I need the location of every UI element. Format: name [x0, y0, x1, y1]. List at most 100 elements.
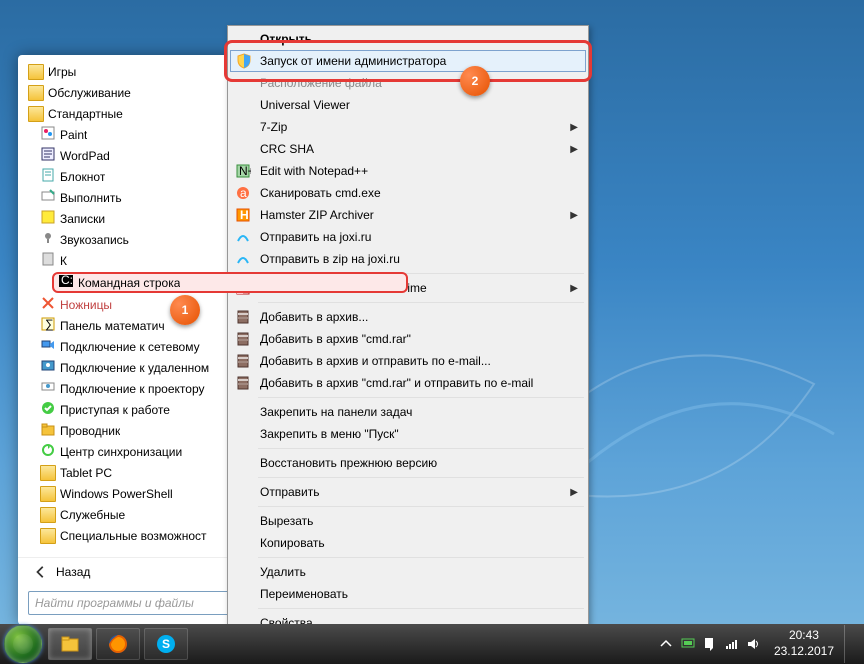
tray-network-icon[interactable] — [724, 636, 740, 652]
tray-monitor-icon[interactable] — [680, 636, 696, 652]
context-item-label: Закрепить в меню "Пуск" — [260, 427, 399, 441]
back-label: Назад — [56, 565, 90, 579]
context-item-24[interactable]: Отправить▶ — [230, 481, 586, 503]
context-separator — [258, 477, 584, 478]
context-separator — [258, 608, 584, 609]
context-item-26[interactable]: Вырезать — [230, 510, 586, 532]
proj-icon — [40, 337, 60, 356]
folder-icon — [40, 465, 56, 481]
context-item-2[interactable]: Расположение файла — [230, 72, 586, 94]
taskbar: S 20:43 23.12.2017 — [0, 624, 864, 664]
context-item-label: Universal Viewer — [260, 98, 350, 112]
context-item-17[interactable]: Добавить в архив "cmd.rar" и отправить п… — [230, 372, 586, 394]
context-item-14[interactable]: Добавить в архив... — [230, 306, 586, 328]
joxi-icon — [235, 251, 251, 267]
start-button[interactable] — [4, 625, 42, 663]
context-item-3[interactable]: Universal Viewer — [230, 94, 586, 116]
context-item-4[interactable]: 7-Zip▶ — [230, 116, 586, 138]
context-item-label: Копировать — [260, 536, 325, 550]
context-item-7[interactable]: a Сканировать cmd.exe — [230, 182, 586, 204]
taskbar-clock[interactable]: 20:43 23.12.2017 — [774, 628, 834, 659]
submenu-arrow-icon: ▶ — [570, 144, 578, 155]
context-item-label: 7-Zip — [260, 120, 287, 134]
context-item-8[interactable]: HHamster ZIP Archiver▶ — [230, 204, 586, 226]
rdp-icon — [40, 358, 60, 377]
taskbar-button-firefox[interactable] — [96, 628, 140, 660]
notepad-icon — [40, 167, 60, 186]
submenu-arrow-icon: ▶ — [570, 283, 578, 294]
context-item-label: Расположение файла — [260, 76, 382, 90]
tray-volume-icon[interactable] — [746, 636, 762, 652]
system-tray: 20:43 23.12.2017 — [658, 625, 860, 663]
program-label: Специальные возможност — [60, 529, 207, 543]
context-item-20[interactable]: Закрепить в меню "Пуск" — [230, 423, 586, 445]
context-item-0[interactable]: Открыть — [230, 28, 586, 50]
context-item-6[interactable]: N+ Edit with Notepad++ — [230, 160, 586, 182]
program-label: Подключение к проектору — [60, 382, 205, 396]
context-item-label: Добавить в архив "cmd.rar" и отправить п… — [260, 376, 533, 390]
back-arrow-icon — [34, 565, 48, 579]
program-label: Центр синхронизации — [60, 445, 182, 459]
context-item-15[interactable]: Добавить в архив "cmd.rar" — [230, 328, 586, 350]
program-label: Paint — [60, 128, 87, 142]
folder-icon — [28, 106, 44, 122]
program-label: Стандартные — [48, 107, 123, 121]
rar-icon — [235, 375, 251, 391]
program-label: Записки — [60, 212, 105, 226]
context-item-label: Переименовать — [260, 587, 348, 601]
context-item-22[interactable]: Восстановить прежнюю версию — [230, 452, 586, 474]
tray-action-center-icon[interactable] — [702, 636, 718, 652]
taskbar-button-skype[interactable]: S — [144, 628, 188, 660]
context-separator — [258, 557, 584, 558]
program-label: WordPad — [60, 149, 110, 163]
wordpad-icon — [40, 146, 60, 165]
context-item-label: Отправить в zip на joxi.ru — [260, 252, 400, 266]
context-item-label: Edit with Notepad++ — [260, 164, 368, 178]
snip-icon — [40, 295, 60, 314]
context-item-5[interactable]: CRC SHA▶ — [230, 138, 586, 160]
program-label: Звукозапись — [60, 233, 129, 247]
calc-icon — [40, 251, 60, 270]
svg-text:a: a — [240, 186, 247, 200]
context-item-29[interactable]: Удалить — [230, 561, 586, 583]
welcome-icon — [40, 400, 60, 419]
clock-date: 23.12.2017 — [774, 644, 834, 660]
sync-icon — [40, 442, 60, 461]
program-label: Игры — [48, 65, 76, 79]
context-item-label: Открыть — [260, 32, 312, 46]
context-item-label: Добавить в архив... — [260, 310, 368, 324]
program-label: Подключение к сетевому — [60, 340, 200, 354]
annotation-badge-1: 1 — [170, 295, 200, 325]
taskbar-button-libraries[interactable] — [48, 628, 92, 660]
context-item-label: Добавить в архив "cmd.rar" — [260, 332, 411, 346]
context-item-label: Закрепить на панели задач — [260, 405, 412, 419]
tray-up-icon[interactable] — [658, 636, 674, 652]
program-item-10[interactable]: C:\ Командная строка — [52, 272, 408, 293]
context-item-30[interactable]: Переименовать — [230, 583, 586, 605]
context-item-10[interactable]: Отправить в zip на joxi.ru — [230, 248, 586, 270]
show-desktop-button[interactable] — [844, 625, 856, 663]
clock-time: 20:43 — [774, 628, 834, 644]
svg-text:H: H — [240, 208, 249, 222]
context-separator — [258, 506, 584, 507]
firefox-icon — [107, 633, 129, 655]
context-item-19[interactable]: Закрепить на панели задач — [230, 401, 586, 423]
context-item-1[interactable]: Запуск от имени администратора — [230, 50, 586, 72]
context-separator — [258, 448, 584, 449]
context-item-27[interactable]: Копировать — [230, 532, 586, 554]
program-label: Выполнить — [60, 191, 122, 205]
hamster-icon: H — [235, 207, 251, 223]
svg-text:C:\: C:\ — [61, 273, 74, 287]
svg-text:∑: ∑ — [45, 317, 54, 331]
rar-icon — [235, 331, 251, 347]
program-label: Windows PowerShell — [60, 487, 173, 501]
proj2-icon — [40, 379, 60, 398]
context-separator — [258, 397, 584, 398]
svg-text:N+: N+ — [239, 164, 251, 178]
program-label: Командная строка — [78, 276, 180, 290]
context-item-16[interactable]: Добавить в архив и отправить по e-mail..… — [230, 350, 586, 372]
context-item-9[interactable]: Отправить на joxi.ru — [230, 226, 586, 248]
context-item-label: Сканировать cmd.exe — [260, 186, 381, 200]
program-label: Проводник — [60, 424, 120, 438]
skype-icon: S — [155, 633, 177, 655]
